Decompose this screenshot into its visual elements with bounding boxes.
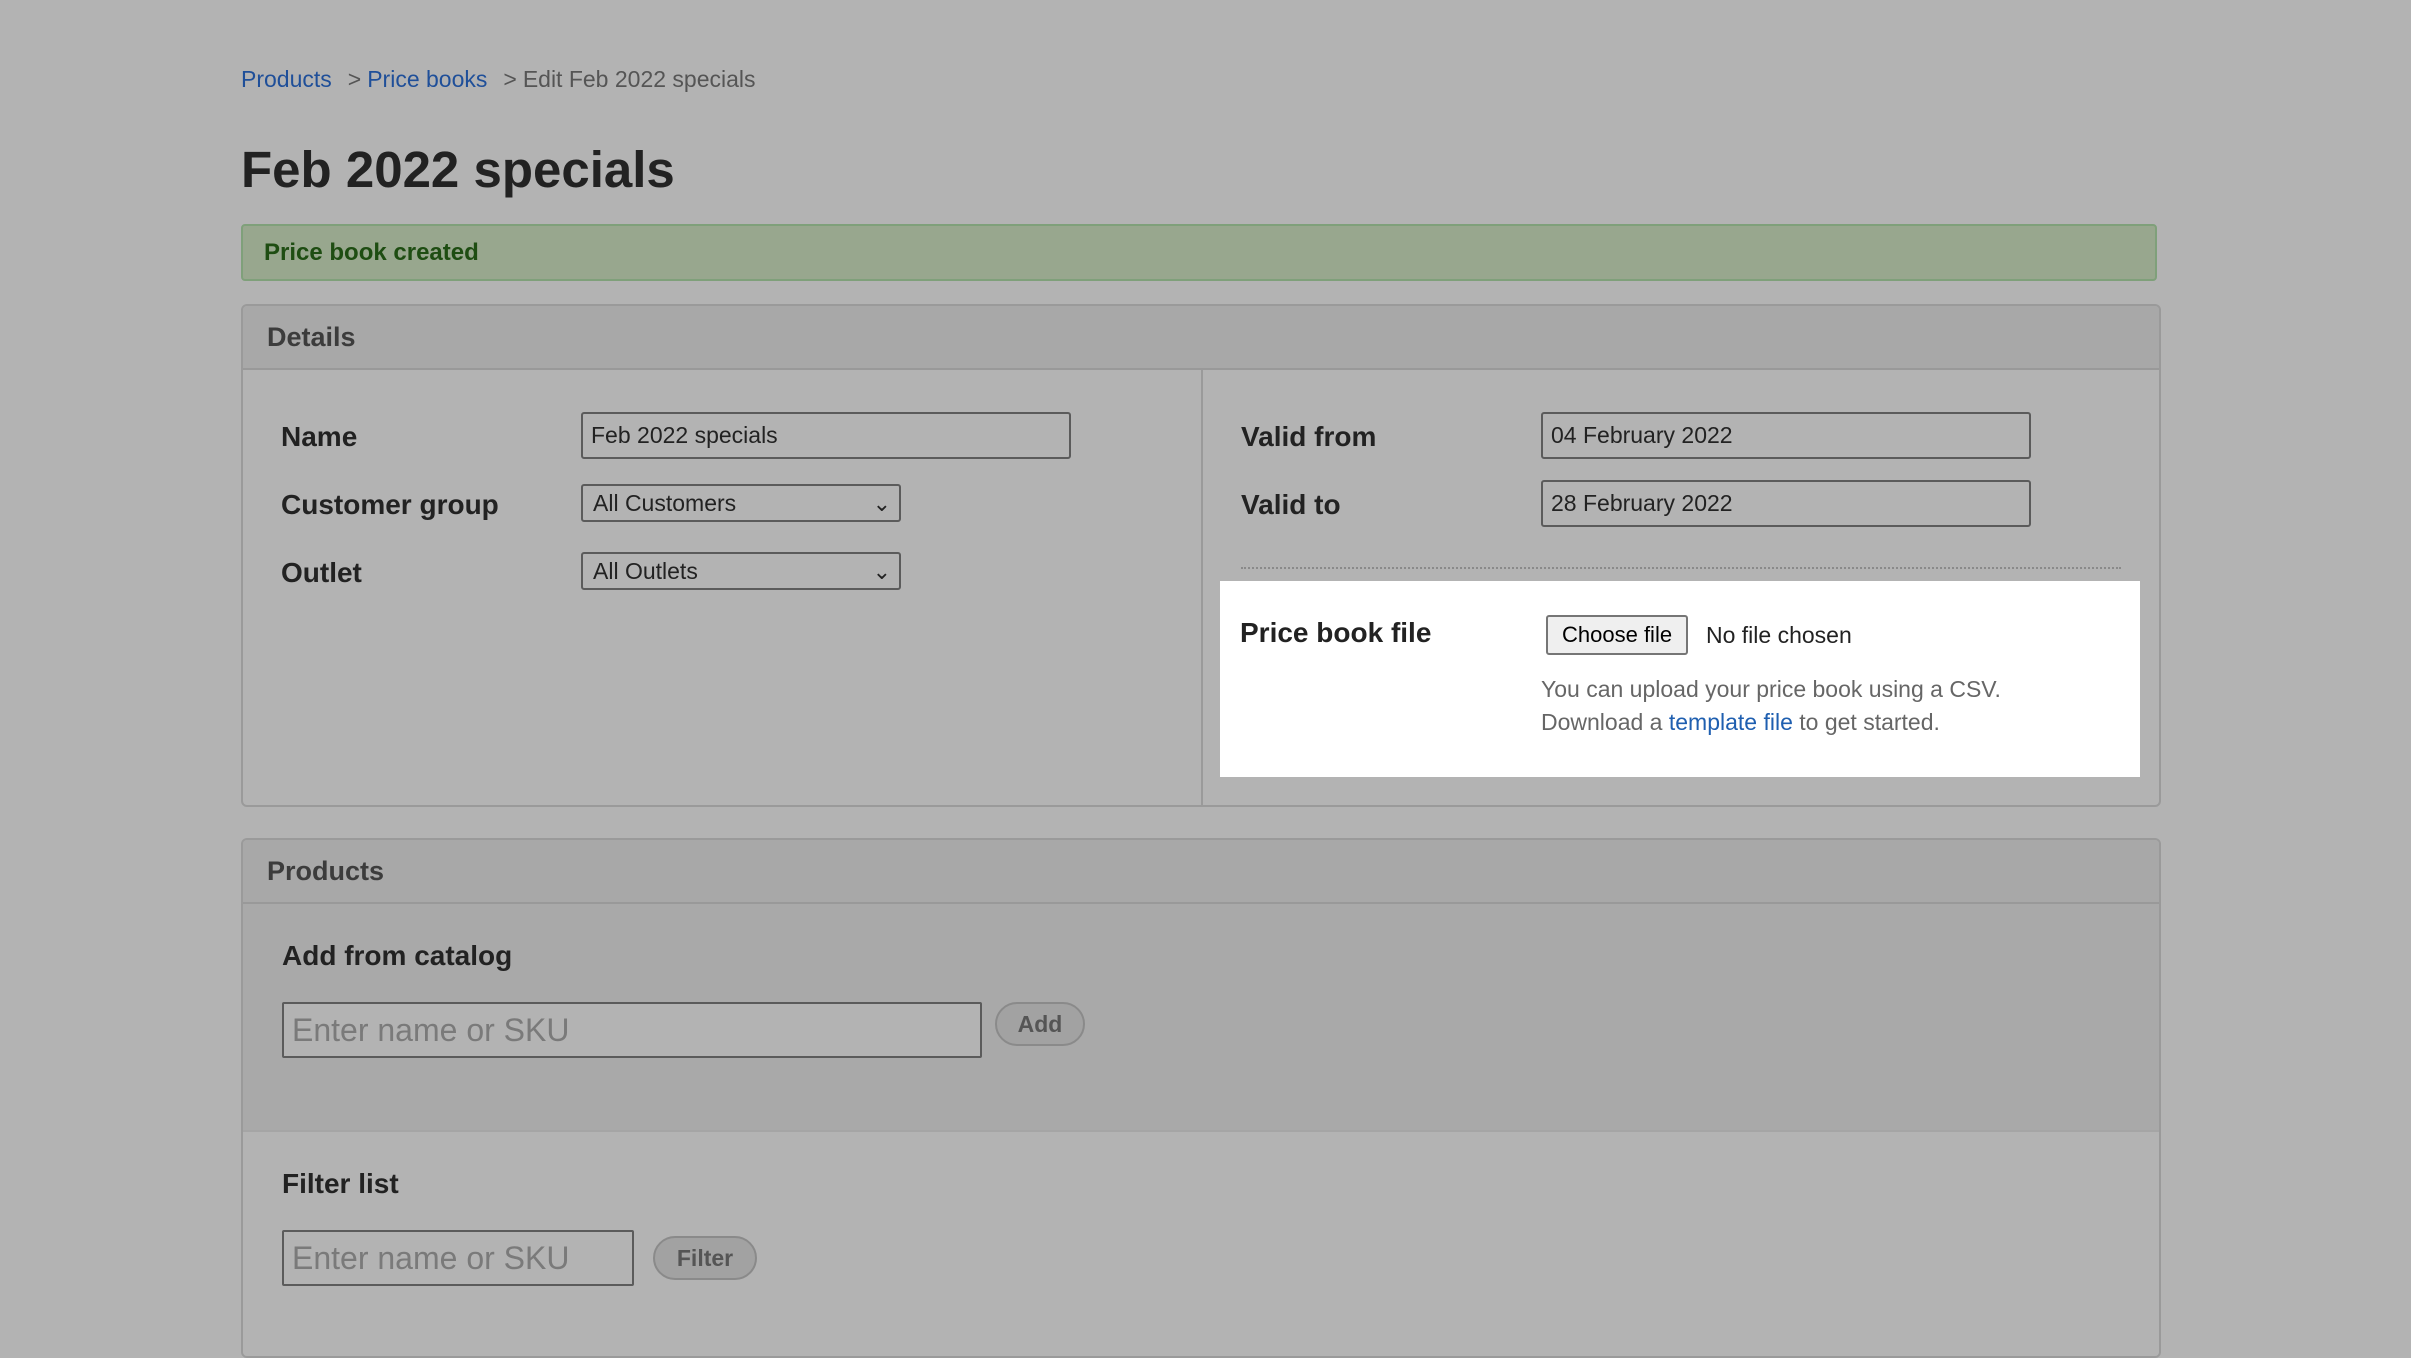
help-line-2: Download a template file to get started.	[1541, 706, 2001, 739]
price-book-file-section: Price book file Choose file No file chos…	[1220, 581, 2140, 777]
details-left-column: Name Customer group All Customers ⌄ Outl…	[243, 370, 1203, 805]
price-book-file-label: Price book file	[1240, 617, 1432, 648]
breadcrumb-current: Edit Feb 2022 specials	[522, 66, 756, 92]
products-panel: Products Add from catalog Add Filter lis…	[241, 838, 2161, 1358]
file-status: No file chosen	[1706, 622, 1852, 648]
help-prefix: Download a	[1541, 709, 1663, 735]
add-from-catalog-title: Add from catalog	[282, 940, 513, 971]
details-header: Details	[243, 306, 2159, 370]
template-file-link[interactable]: template file	[1669, 709, 1793, 735]
help-line-1: You can upload your price book using a C…	[1541, 676, 2001, 702]
filter-button[interactable]: Filter	[653, 1236, 757, 1280]
page-title: Feb 2022 specials	[241, 141, 675, 198]
catalog-search-input[interactable]	[282, 1002, 982, 1058]
name-label: Name	[281, 421, 358, 452]
valid-to-input[interactable]	[1541, 480, 2031, 527]
name-input[interactable]	[581, 412, 1071, 459]
choose-file-button[interactable]: Choose file	[1546, 615, 1689, 655]
customer-group-value: All Customers	[593, 489, 737, 516]
chevron-down-icon: ⌄	[872, 491, 891, 516]
valid-to-label: Valid to	[1241, 489, 1341, 520]
dotted-divider	[1241, 567, 2121, 569]
add-button[interactable]: Add	[995, 1002, 1085, 1046]
success-alert: Price book created	[241, 224, 2157, 281]
breadcrumb-separator: >	[503, 66, 517, 92]
outlet-value: All Outlets	[593, 557, 698, 584]
add-from-catalog-section: Add from catalog Add	[243, 904, 2159, 1130]
breadcrumb-products-link[interactable]: Products	[241, 66, 332, 92]
upload-help-text: You can upload your price book using a C…	[1541, 673, 2001, 739]
breadcrumb-price-books-link[interactable]: Price books	[367, 66, 487, 92]
valid-from-label: Valid from	[1241, 421, 1377, 452]
customer-group-label: Customer group	[281, 489, 499, 520]
outlet-select[interactable]: All Outlets ⌄	[581, 552, 901, 590]
valid-from-input[interactable]	[1541, 412, 2031, 459]
outlet-label: Outlet	[281, 557, 362, 588]
chevron-down-icon: ⌄	[872, 559, 891, 584]
breadcrumb: Products > Price books > Edit Feb 2022 speci…	[241, 66, 756, 93]
filter-list-section: Filter list Filter	[243, 1132, 2159, 1356]
filter-list-title: Filter list	[282, 1168, 399, 1199]
help-suffix: to get started.	[1799, 709, 1940, 735]
products-header: Products	[243, 840, 2159, 904]
breadcrumb-separator: >	[347, 66, 362, 92]
alert-text: Price book created	[264, 238, 479, 266]
filter-search-input[interactable]	[282, 1230, 634, 1286]
customer-group-select[interactable]: All Customers ⌄	[581, 484, 901, 522]
